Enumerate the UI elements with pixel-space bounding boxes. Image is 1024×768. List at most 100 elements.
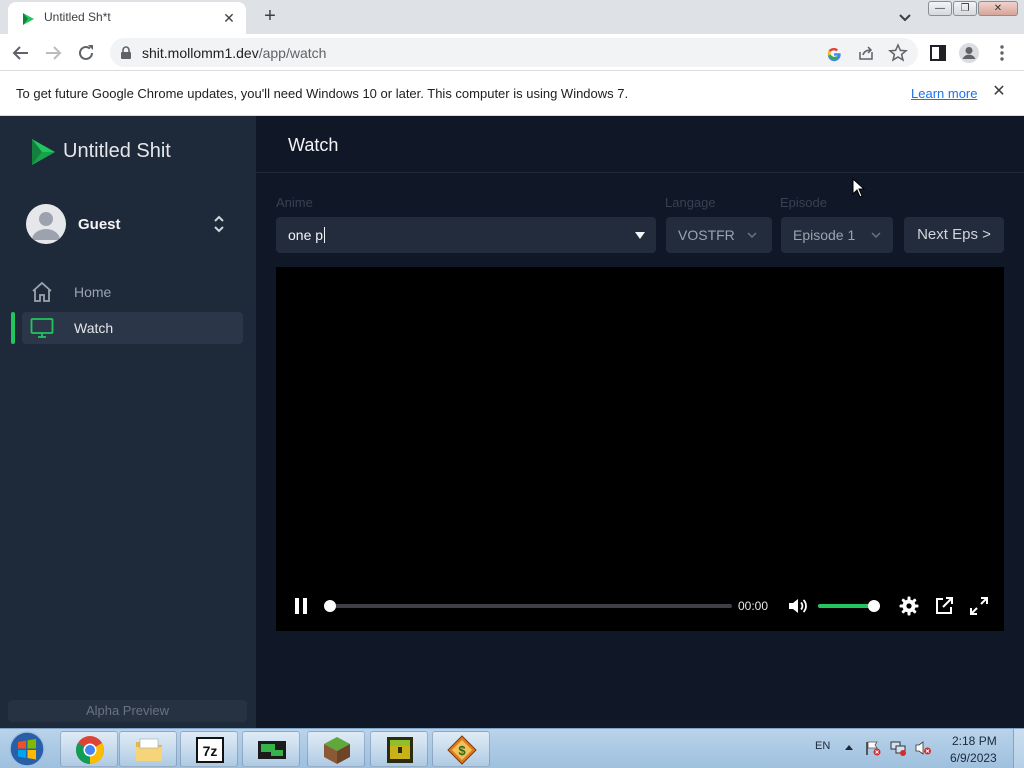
tray-expand-icon[interactable] xyxy=(844,743,854,751)
gear-icon[interactable] xyxy=(898,595,920,617)
new-tab-button[interactable]: + xyxy=(258,5,282,29)
anime-search-combobox[interactable]: one p xyxy=(276,217,656,253)
alpha-preview-badge: Alpha Preview xyxy=(8,700,247,722)
chevron-down-icon xyxy=(871,232,881,239)
chevron-up-down-icon[interactable] xyxy=(212,214,226,234)
url-path: /app/watch xyxy=(258,45,327,61)
url-text: shit.mollomm1.dev/app/watch xyxy=(142,45,326,61)
sidebar-item-label: Watch xyxy=(74,320,114,336)
show-desktop-button[interactable] xyxy=(1013,729,1024,768)
pause-icon[interactable] xyxy=(290,595,312,617)
window-close-button[interactable]: ✕ xyxy=(978,1,1018,16)
volume-muted-icon[interactable] xyxy=(914,740,932,756)
pop-out-icon[interactable] xyxy=(933,595,955,617)
taskbar-app-green-button[interactable] xyxy=(242,731,300,767)
anime-search-input[interactable]: one p xyxy=(288,227,326,243)
google-g-icon[interactable] xyxy=(824,43,844,63)
tab-close-icon[interactable]: ✕ xyxy=(220,9,238,27)
window-restore-button[interactable]: ❐ xyxy=(953,1,977,16)
home-icon xyxy=(32,281,52,302)
language-label: Langage xyxy=(665,195,716,210)
profile-avatar-icon[interactable] xyxy=(958,42,980,64)
sidebar: Untitled Shit Guest Home Watch Alpha Pre… xyxy=(0,116,256,728)
window-minimize-button[interactable]: — xyxy=(928,1,952,16)
back-arrow-icon[interactable] xyxy=(10,42,32,64)
episode-select[interactable]: Episode 1 xyxy=(781,217,893,253)
7zip-icon: 7z xyxy=(196,737,224,763)
brand-name: Untitled Shit xyxy=(63,140,171,162)
lock-icon[interactable] xyxy=(120,46,132,59)
treasure-chest-icon xyxy=(387,737,413,763)
taskbar-chest-app-button[interactable] xyxy=(370,731,428,767)
side-panel-icon[interactable] xyxy=(927,42,949,64)
windows-start-icon[interactable] xyxy=(4,730,50,768)
update-infobar: To get future Google Chrome updates, you… xyxy=(0,71,1024,116)
taskbar-explorer-button[interactable] xyxy=(119,731,177,767)
tab-title: Untitled Sh*t xyxy=(44,10,111,24)
volume-thumb[interactable] xyxy=(867,600,880,612)
dollar-diamond-icon: $ xyxy=(447,735,477,765)
tab-search-icon[interactable] xyxy=(894,7,916,27)
current-time: 00:00 xyxy=(738,599,769,613)
network-icon[interactable] xyxy=(889,740,907,756)
fullscreen-icon[interactable] xyxy=(968,595,990,617)
url-host: shit.mollomm1.dev xyxy=(142,45,259,61)
sidebar-item-label: Home xyxy=(74,284,112,300)
video-player[interactable]: 00:00 xyxy=(276,267,1004,631)
brand-logo-icon xyxy=(32,139,55,165)
taskbar-7zip-button[interactable]: 7z xyxy=(180,731,238,767)
user-switcher[interactable]: Guest xyxy=(26,204,232,244)
taskbar-money-app-button[interactable]: $ xyxy=(432,731,490,767)
action-center-flag-icon[interactable] xyxy=(864,740,882,756)
episode-label: Episode xyxy=(780,195,827,210)
avatar xyxy=(26,204,66,244)
windows-taskbar: 7z $ EN 2:18 PM 6/9/2023 xyxy=(0,728,1024,768)
app-root: Untitled Shit Guest Home Watch Alpha Pre… xyxy=(0,116,1024,728)
grass-block-icon xyxy=(324,737,350,764)
green-window-icon xyxy=(258,741,286,759)
user-avatar-icon xyxy=(26,204,66,244)
volume-icon[interactable] xyxy=(786,595,808,617)
anime-label: Anime xyxy=(276,195,313,210)
language-select[interactable]: VOSTFR xyxy=(666,217,772,253)
volume-fill xyxy=(818,604,874,608)
chrome-icon xyxy=(76,736,104,764)
user-name: Guest xyxy=(78,216,121,233)
next-episode-button[interactable]: Next Eps > xyxy=(904,217,1004,253)
browser-tab[interactable]: Untitled Sh*t ✕ xyxy=(8,2,246,34)
volume-slider[interactable] xyxy=(818,600,880,612)
learn-more-link[interactable]: Learn more xyxy=(911,86,977,101)
tray-language[interactable]: EN xyxy=(815,740,830,752)
favicon-play-icon xyxy=(23,13,34,25)
folder-icon xyxy=(136,738,162,761)
clock-date[interactable]: 6/9/2023 xyxy=(950,751,997,765)
taskbar-minecraft-button[interactable] xyxy=(307,731,365,767)
header-divider xyxy=(256,172,1024,173)
sidebar-item-watch[interactable]: Watch xyxy=(22,312,243,344)
active-nav-indicator xyxy=(11,312,15,344)
taskbar-chrome-button[interactable] xyxy=(60,731,118,767)
sidebar-item-home[interactable]: Home xyxy=(22,276,243,308)
kebab-menu-icon[interactable] xyxy=(991,42,1013,64)
progress-thumb[interactable] xyxy=(324,600,336,612)
tab-strip: Untitled Sh*t ✕ + — ❐ ✕ xyxy=(0,0,1024,34)
text-caret xyxy=(324,227,326,243)
chevron-down-icon xyxy=(747,232,757,239)
svg-text:7z: 7z xyxy=(203,743,218,759)
forward-arrow-icon[interactable] xyxy=(42,42,64,64)
progress-slider[interactable] xyxy=(324,600,732,612)
browser-toolbar: shit.mollomm1.dev/app/watch xyxy=(0,34,1024,71)
bookmark-star-icon[interactable] xyxy=(888,43,908,63)
player-controls: 00:00 xyxy=(276,595,1004,617)
caret-down-icon[interactable] xyxy=(634,230,646,240)
anime-search-value: one p xyxy=(288,227,324,243)
clock-time[interactable]: 2:18 PM xyxy=(952,734,997,748)
share-icon[interactable] xyxy=(856,43,876,63)
monitor-icon xyxy=(30,318,54,338)
episode-select-value: Episode 1 xyxy=(793,227,856,243)
main-content: Watch Anime Langage Episode one p VOSTFR… xyxy=(256,116,1024,728)
address-bar[interactable]: shit.mollomm1.dev/app/watch xyxy=(110,38,918,67)
infobar-close-icon[interactable]: ✕ xyxy=(990,83,1008,101)
reload-icon[interactable] xyxy=(75,42,97,64)
mouse-pointer-icon xyxy=(852,178,866,198)
